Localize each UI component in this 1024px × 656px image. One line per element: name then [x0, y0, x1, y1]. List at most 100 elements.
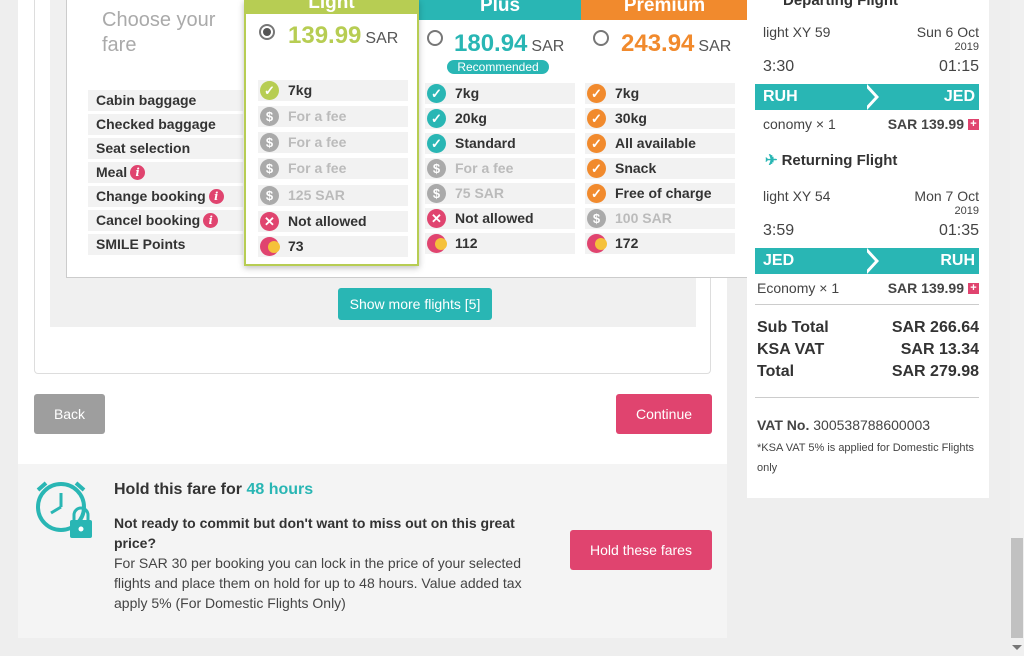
expand-icon[interactable]: + [968, 283, 979, 294]
info-icon[interactable]: i [203, 213, 219, 228]
fare-name-light: Light [246, 0, 417, 14]
light-seat-selection: $ For a fee [258, 132, 408, 153]
check-icon: ✓ [260, 81, 279, 100]
returning-departure-time: 3:59 [763, 222, 795, 239]
vat-row: KSA VAT SAR 13.34 [757, 341, 979, 358]
fee-icon: $ [260, 107, 279, 126]
premium-checked-baggage: ✓ 30kg [585, 108, 735, 129]
feature-checked-baggage: Checked baggage [88, 114, 243, 135]
fare-column-light[interactable]: Light 139.99 SAR ✓ 7kg $ For a fee $ For a f… [244, 0, 419, 266]
hold-fare-question: Not ready to commit but don't want to mi… [114, 515, 515, 551]
plus-cancel-booking: ✕ Not allowed [425, 208, 575, 229]
returning-arrival-time: 01:35 [938, 222, 979, 239]
premium-seat-selection: ✓ All available [585, 133, 735, 154]
hold-fare-description: For SAR 30 per booking you can lock in t… [114, 555, 522, 611]
expand-icon[interactable]: + [968, 119, 979, 130]
price-plus: 180.94 SAR [454, 30, 565, 57]
vat-number: VAT No. 300538788600003 [757, 417, 931, 433]
divider [755, 304, 979, 305]
departing-year: 2019 [954, 41, 979, 53]
total-row: Total SAR 279.98 [757, 363, 979, 380]
fare-name-plus: Plus [419, 0, 581, 20]
returning-route: JED RUH [755, 248, 979, 274]
route-origin: JED [763, 252, 795, 269]
feature-change-booking: Change booking i [88, 186, 243, 207]
premium-cancel-booking: $100 SAR [585, 208, 735, 229]
continue-button[interactable]: Continue [616, 394, 712, 434]
arrival-time: 01:15 [938, 58, 979, 75]
choose-fare-label: Choose your fare [102, 9, 216, 56]
smile-points-icon [260, 237, 280, 256]
clock-lock-icon [36, 481, 92, 538]
vat-note: *KSA VAT 5% is applied for Domestic Flig… [757, 442, 975, 474]
plus-checked-baggage: ✓ 20kg [425, 108, 575, 129]
returning-flight-number: light XY 54 [763, 188, 831, 204]
departing-time: 3:30 [763, 58, 795, 75]
plus-cabin-baggage: ✓ 7kg [425, 83, 575, 104]
price-row-premium[interactable]: 243.94 SAR [581, 20, 748, 66]
fare-column-premium[interactable]: Premium 243.94 SAR ✓ 7kg ✓ 30kg ✓ All availa… [581, 0, 748, 262]
smile-points-icon [427, 234, 447, 253]
check-icon: ✓ [587, 159, 606, 178]
route-destination: RUH [940, 252, 975, 269]
hold-fare-panel: Hold this fare for 48 hours Not ready to… [18, 464, 727, 638]
departing-price: SAR 139.99 + [888, 116, 979, 132]
info-icon[interactable]: i [130, 165, 146, 180]
departing-route: RUH JED [755, 84, 979, 110]
returning-year: 2019 [954, 205, 979, 217]
departing-date: Sun 6 Oct [916, 24, 979, 40]
fare-radio-light[interactable] [259, 24, 275, 40]
light-checked-baggage: $ For a fee [258, 106, 408, 127]
returning-flight-heading: ✈ Returning Flight [765, 152, 898, 169]
hold-fares-button[interactable]: Hold these fares [570, 530, 712, 570]
recommended-badge: Recommended [447, 60, 549, 74]
fee-icon: $ [260, 133, 279, 152]
returning-date: Mon 7 Oct [914, 188, 979, 204]
price-light: 139.99 SAR [288, 22, 399, 49]
feature-cancel-booking: Cancel booking i [88, 210, 243, 231]
smile-points-icon [587, 234, 607, 253]
light-smile-points: 73 [258, 236, 408, 257]
scroll-down-arrow-icon[interactable] [1012, 645, 1022, 650]
hold-fare-title: Hold this fare for 48 hours [114, 481, 314, 498]
fare-radio-premium[interactable] [593, 30, 609, 46]
premium-smile-points: 172 [585, 233, 735, 254]
returning-price: SAR 139.99 + [888, 280, 979, 296]
fare-name-premium: Premium [581, 0, 748, 20]
light-meal: $ For a fee [258, 158, 408, 179]
show-more-flights-button[interactable]: Show more flights [5] [338, 288, 492, 320]
fee-icon: $ [427, 159, 446, 178]
check-icon: ✓ [587, 109, 606, 128]
subtotal-row: Sub Total SAR 266.64 [757, 319, 979, 336]
scrollbar-thumb[interactable] [1011, 538, 1023, 638]
departing-class: conomy × 1 [763, 116, 836, 132]
check-icon: ✓ [587, 184, 606, 203]
returning-class: Economy × 1 [757, 280, 840, 296]
price-row-light[interactable]: 139.99 SAR [246, 14, 417, 60]
fee-icon: $ [260, 159, 279, 178]
info-icon[interactable]: i [208, 189, 224, 204]
feature-cabin-baggage: Cabin baggage [88, 90, 243, 111]
route-origin: RUH [763, 88, 798, 105]
departing-flight-heading: Departing Flight [783, 0, 898, 9]
fare-radio-plus[interactable] [427, 30, 443, 46]
scrollbar[interactable] [1010, 0, 1024, 656]
back-button[interactable]: Back [34, 394, 105, 434]
feature-seat-selection: Seat selection [88, 138, 243, 159]
check-icon: ✓ [427, 109, 446, 128]
premium-meal: ✓ Snack [585, 158, 735, 179]
fare-column-plus[interactable]: Plus 180.94 SAR Recommended ✓ 7kg ✓ 20kg ✓ S… [419, 0, 581, 262]
cross-icon: ✕ [427, 209, 446, 228]
check-icon: ✓ [427, 134, 446, 153]
premium-cabin-baggage: ✓ 7kg [585, 83, 735, 104]
route-destination: JED [943, 88, 975, 105]
check-icon: ✓ [587, 84, 606, 103]
plus-meal: $ For a fee [425, 158, 575, 179]
premium-change-booking: ✓ Free of charge [585, 183, 735, 204]
booking-summary: Departing Flight light XY 59 Sun 6 Oct 2… [747, 0, 989, 498]
light-change-booking: $125 SAR [258, 185, 408, 206]
price-premium: 243.94 SAR [621, 30, 732, 57]
light-cancel-booking: ✕ Not allowed [258, 211, 408, 232]
feature-meal: Meal i [88, 162, 243, 183]
divider [755, 397, 979, 398]
